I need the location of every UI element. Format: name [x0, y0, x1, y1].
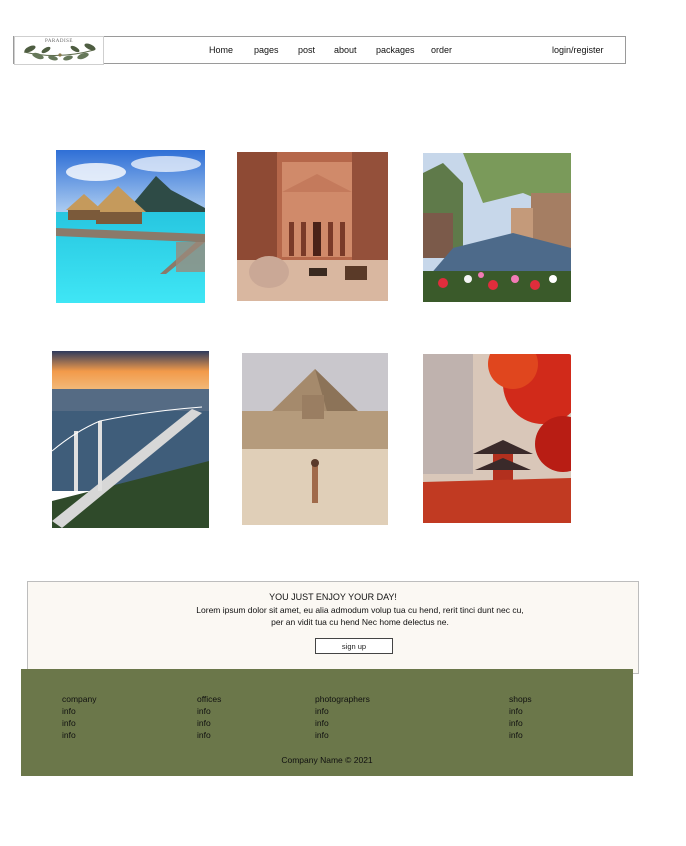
nav-packages[interactable]: packages — [376, 45, 415, 55]
nav-about[interactable]: about — [334, 45, 357, 55]
footer-link[interactable]: info — [62, 729, 97, 741]
footer-link[interactable]: info — [197, 729, 221, 741]
footer-column-company: company info info info — [62, 693, 97, 741]
nav-home[interactable]: Home — [209, 45, 233, 55]
nav-pages[interactable]: pages — [254, 45, 279, 55]
footer-link[interactable]: info — [315, 717, 370, 729]
footer-heading: photographers — [315, 694, 370, 704]
footer-link[interactable]: info — [62, 705, 97, 717]
promo-title: YOU JUST ENJOY YOUR DAY! — [269, 592, 397, 602]
nav-login-register[interactable]: login/register — [552, 45, 604, 55]
footer-column-offices: offices info info info — [197, 693, 221, 741]
bridge-photo — [52, 351, 209, 528]
pyramid-photo — [242, 353, 388, 525]
brand-logo[interactable]: PARADISE — [14, 36, 104, 65]
footer-link[interactable]: info — [509, 705, 532, 717]
footer-link[interactable]: info — [62, 717, 97, 729]
copyright-text: Company Name © 2021 — [281, 755, 373, 765]
top-navbar: PARADISE Home pages post about packages … — [13, 36, 626, 65]
footer-link[interactable]: info — [315, 729, 370, 741]
site-footer: company info info info offices info info… — [21, 669, 633, 776]
nav-order[interactable]: order — [431, 45, 452, 55]
footer-link[interactable]: info — [509, 729, 532, 741]
logo-text: PARADISE — [45, 39, 73, 44]
footer-heading: company — [62, 694, 97, 704]
footer-link[interactable]: info — [509, 717, 532, 729]
pagoda-photo — [423, 354, 571, 523]
footer-link[interactable]: info — [315, 705, 370, 717]
footer-heading: offices — [197, 694, 222, 704]
footer-heading: shops — [509, 694, 532, 704]
petra-photo — [237, 152, 388, 301]
footer-link[interactable]: info — [197, 717, 221, 729]
promo-banner: YOU JUST ENJOY YOUR DAY! Lorem ipsum dol… — [27, 581, 639, 674]
footer-column-shops: shops info info info — [509, 693, 532, 741]
footer-link[interactable]: info — [197, 705, 221, 717]
promo-body: Lorem ipsum dolor sit amet, eu alia admo… — [196, 605, 524, 627]
sign-up-button[interactable]: sign up — [315, 638, 393, 654]
footer-column-photographers: photographers info info info — [315, 693, 370, 741]
nav-post[interactable]: post — [298, 45, 315, 55]
tropical-island-photo — [56, 150, 205, 303]
canal-photo — [423, 153, 571, 302]
